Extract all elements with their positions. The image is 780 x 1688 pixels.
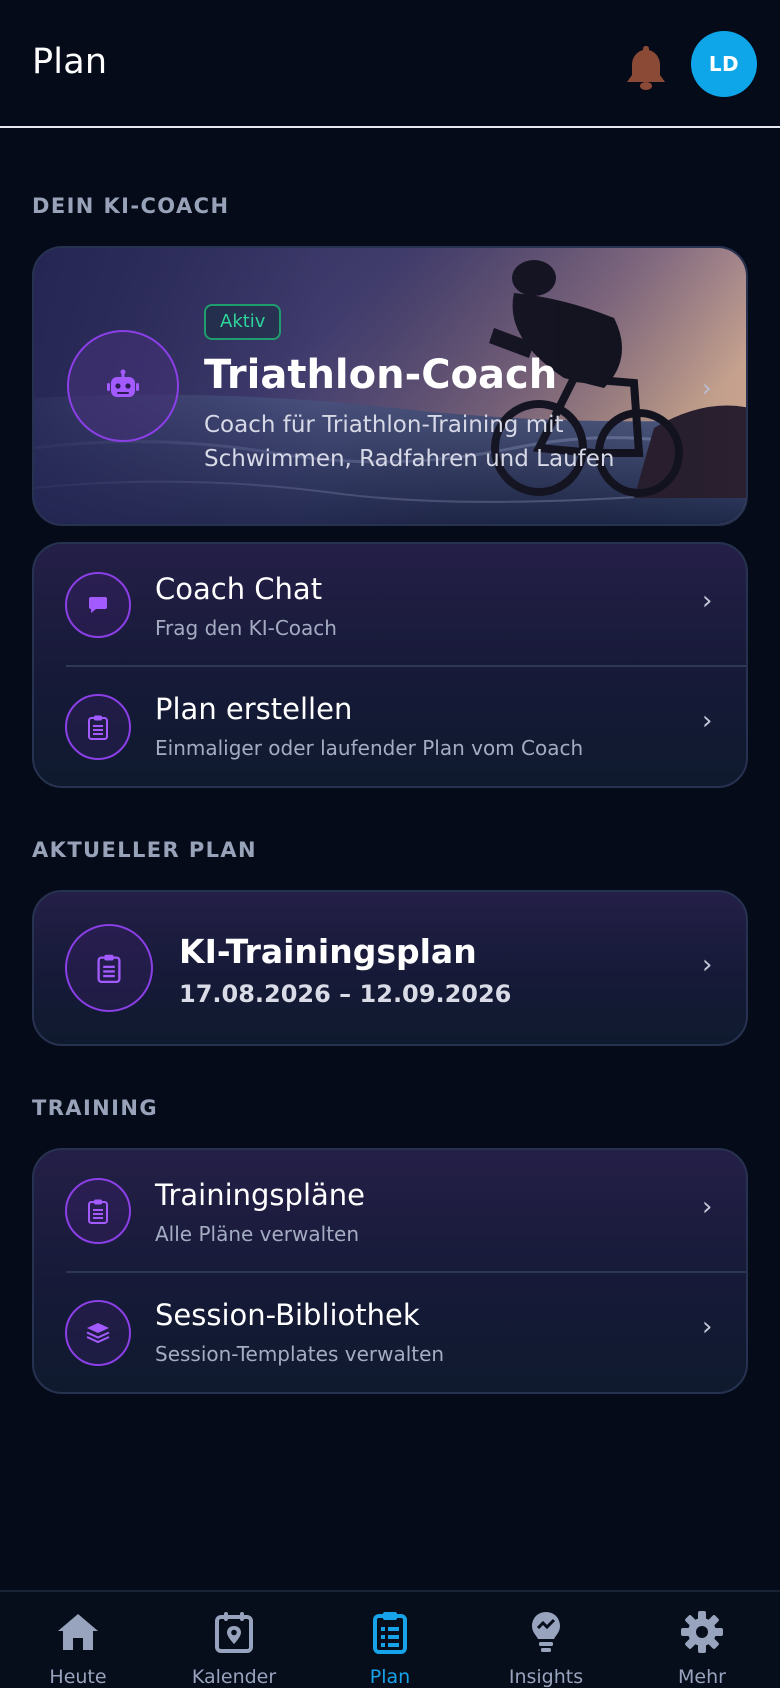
list-item-subtitle: Session-Templates verwalten	[155, 1342, 445, 1366]
list-item-subtitle: Einmaliger oder laufender Plan vom Coach	[155, 736, 584, 760]
list-item-session-bibliothek[interactable]: Session-Bibliothek Session-Templates ver…	[34, 1272, 746, 1392]
chevron-right-icon: ›	[702, 1192, 713, 1222]
avatar[interactable]: LD	[691, 31, 757, 97]
chevron-right-icon: ›	[702, 586, 713, 616]
list-item-title: Coach Chat	[155, 572, 323, 606]
nav-item-heute[interactable]: Heute	[0, 1592, 156, 1688]
coach-description: Coach für Triathlon-Training mit Schwimm…	[204, 412, 615, 472]
nav-label: Mehr	[678, 1666, 726, 1688]
clipboard-list-icon	[65, 924, 153, 1012]
app-header: Plan LD	[0, 0, 780, 128]
section-heading-current-plan: AKTUELLER PLAN	[32, 838, 258, 862]
plan-title: KI-Trainingsplan	[179, 932, 477, 971]
coach-title: Triathlon-Coach	[204, 352, 558, 398]
home-icon	[58, 1614, 98, 1650]
bottom-nav: Heute Kalender Plan Insights Mehr	[0, 1590, 780, 1688]
gear-icon	[681, 1611, 723, 1653]
chevron-right-icon: ›	[702, 1312, 713, 1342]
list-item-title: Trainingspläne	[155, 1178, 365, 1212]
robot-icon	[67, 330, 179, 442]
chat-bubble-icon	[65, 572, 131, 638]
chevron-right-icon: ›	[702, 374, 712, 402]
bell-icon[interactable]	[622, 42, 670, 92]
clipboard-list-icon	[373, 1612, 407, 1654]
list-item-title: Session-Bibliothek	[155, 1298, 420, 1332]
chevron-right-icon: ›	[702, 950, 713, 980]
plan-screen: Plan LD DEIN KI-COACH Aktiv Triathlon-Co…	[0, 0, 780, 1688]
layers-icon	[65, 1300, 131, 1366]
training-card: Trainingspläne Alle Pläne verwalten › Se…	[32, 1148, 748, 1394]
nav-label: Heute	[49, 1666, 107, 1688]
list-item-plan-erstellen[interactable]: Plan erstellen Einmaliger oder laufender…	[34, 666, 746, 786]
calendar-pin-icon	[215, 1612, 253, 1653]
nav-item-plan[interactable]: Plan	[312, 1592, 468, 1688]
list-item-coach-chat[interactable]: Coach Chat Frag den KI-Coach ›	[34, 544, 746, 664]
nav-label: Kalender	[191, 1666, 277, 1688]
section-heading-training: TRAINING	[32, 1096, 158, 1120]
chevron-right-icon: ›	[702, 706, 713, 736]
current-plan-card[interactable]: KI-Trainingsplan 17.08.2026 – 12.09.2026…	[32, 890, 748, 1046]
lightbulb-icon	[532, 1612, 560, 1652]
coach-actions-card: Coach Chat Frag den KI-Coach › Plan erst…	[32, 542, 748, 788]
coach-card[interactable]: Aktiv Triathlon-Coach Coach für Triathlo…	[32, 246, 748, 526]
section-heading-coach: DEIN KI-COACH	[32, 194, 230, 218]
nav-label: Plan	[369, 1666, 411, 1688]
nav-item-mehr[interactable]: Mehr	[624, 1592, 780, 1688]
list-item-subtitle: Frag den KI-Coach	[155, 616, 337, 640]
clipboard-list-icon	[65, 1178, 131, 1244]
plan-dates: 17.08.2026 – 12.09.2026	[179, 980, 512, 1008]
status-badge: Aktiv	[204, 304, 282, 340]
nav-item-kalender[interactable]: Kalender	[156, 1592, 312, 1688]
nav-label: Insights	[508, 1666, 584, 1688]
list-item-title: Plan erstellen	[155, 692, 353, 726]
nav-item-insights[interactable]: Insights	[468, 1592, 624, 1688]
page-title: Plan	[32, 42, 108, 82]
list-item-trainingsplaene[interactable]: Trainingspläne Alle Pläne verwalten ›	[34, 1150, 746, 1270]
list-item-subtitle: Alle Pläne verwalten	[155, 1222, 360, 1246]
clipboard-list-icon	[65, 694, 131, 760]
